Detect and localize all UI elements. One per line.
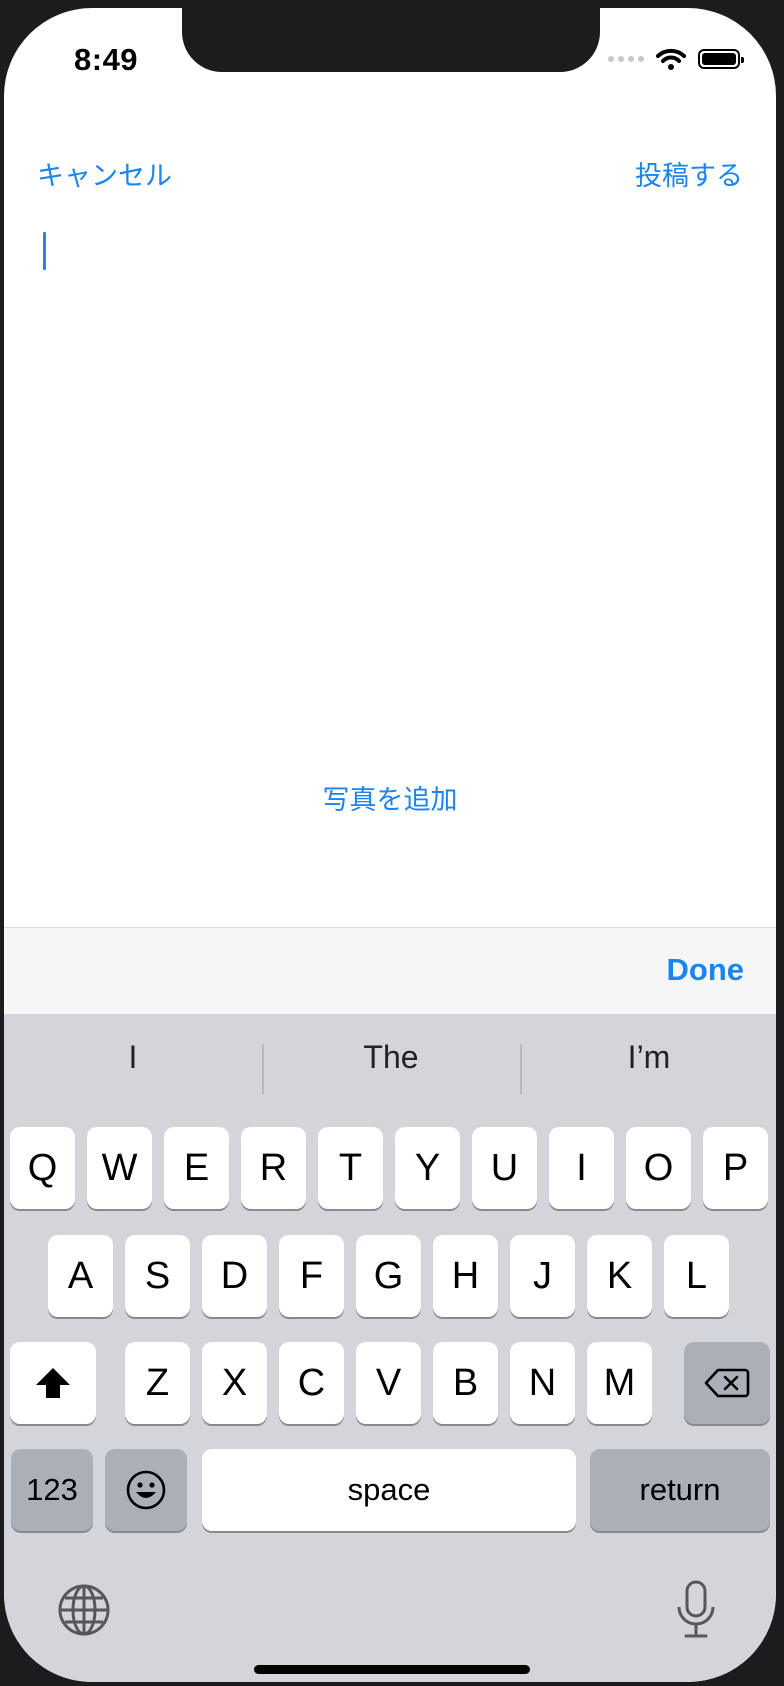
key-y[interactable]: Y	[395, 1127, 460, 1209]
text-input-caret[interactable]	[43, 232, 46, 270]
notch	[182, 8, 600, 72]
suggestion-item[interactable]: The	[262, 1014, 520, 1100]
return-key[interactable]: return	[590, 1449, 770, 1531]
numbers-key[interactable]: 123	[11, 1449, 93, 1531]
key-f[interactable]: F	[279, 1235, 344, 1317]
key-z[interactable]: Z	[125, 1342, 190, 1424]
key-b[interactable]: B	[433, 1342, 498, 1424]
key-j[interactable]: J	[510, 1235, 575, 1317]
key-g[interactable]: G	[356, 1235, 421, 1317]
phone-screen: 8:49 キャンセル 投稿する 写真を追加 Done I The I’m Q W…	[4, 8, 776, 1682]
key-e[interactable]: E	[164, 1127, 229, 1209]
add-photo-button[interactable]: 写真を追加	[4, 778, 776, 817]
shift-key[interactable]	[10, 1342, 96, 1424]
keyboard-accessory-bar: Done	[4, 927, 776, 1014]
emoji-key[interactable]	[105, 1449, 187, 1531]
key-r[interactable]: R	[241, 1127, 306, 1209]
key-h[interactable]: H	[433, 1235, 498, 1317]
space-key[interactable]: space	[202, 1449, 576, 1531]
key-v[interactable]: V	[356, 1342, 421, 1424]
cellular-signal-icon	[608, 56, 644, 62]
delete-icon	[704, 1368, 750, 1398]
post-button[interactable]: 投稿する	[635, 154, 743, 193]
key-d[interactable]: D	[202, 1235, 267, 1317]
status-icons	[608, 44, 744, 74]
key-s[interactable]: S	[125, 1235, 190, 1317]
key-i[interactable]: I	[549, 1127, 614, 1209]
key-l[interactable]: L	[664, 1235, 729, 1317]
suggestion-bar: I The I’m	[4, 1014, 776, 1100]
home-indicator	[254, 1665, 530, 1674]
key-x[interactable]: X	[202, 1342, 267, 1424]
cancel-button[interactable]: キャンセル	[37, 154, 172, 193]
key-m[interactable]: M	[587, 1342, 652, 1424]
add-photo-label[interactable]: 写真を追加	[323, 785, 458, 815]
key-p[interactable]: P	[703, 1127, 768, 1209]
key-t[interactable]: T	[318, 1127, 383, 1209]
key-a[interactable]: A	[48, 1235, 113, 1317]
suggestion-item[interactable]: I	[4, 1014, 262, 1100]
key-u[interactable]: U	[472, 1127, 537, 1209]
wifi-icon	[656, 48, 686, 70]
done-button[interactable]: Done	[667, 952, 745, 988]
key-o[interactable]: O	[626, 1127, 691, 1209]
battery-icon	[698, 49, 744, 69]
delete-key[interactable]	[684, 1342, 770, 1424]
suggestion-item[interactable]: I’m	[520, 1014, 776, 1100]
key-n[interactable]: N	[510, 1342, 575, 1424]
status-time: 8:49	[74, 42, 139, 77]
shift-icon	[36, 1368, 70, 1398]
keyboard: I The I’m Q W E R T Y U I O P A S D F G …	[4, 1014, 776, 1682]
key-c[interactable]: C	[279, 1342, 344, 1424]
microphone-icon[interactable]	[674, 1579, 718, 1641]
key-k[interactable]: K	[587, 1235, 652, 1317]
emoji-icon	[126, 1470, 166, 1510]
key-w[interactable]: W	[87, 1127, 152, 1209]
key-q[interactable]: Q	[10, 1127, 75, 1209]
globe-icon[interactable]	[56, 1582, 112, 1638]
